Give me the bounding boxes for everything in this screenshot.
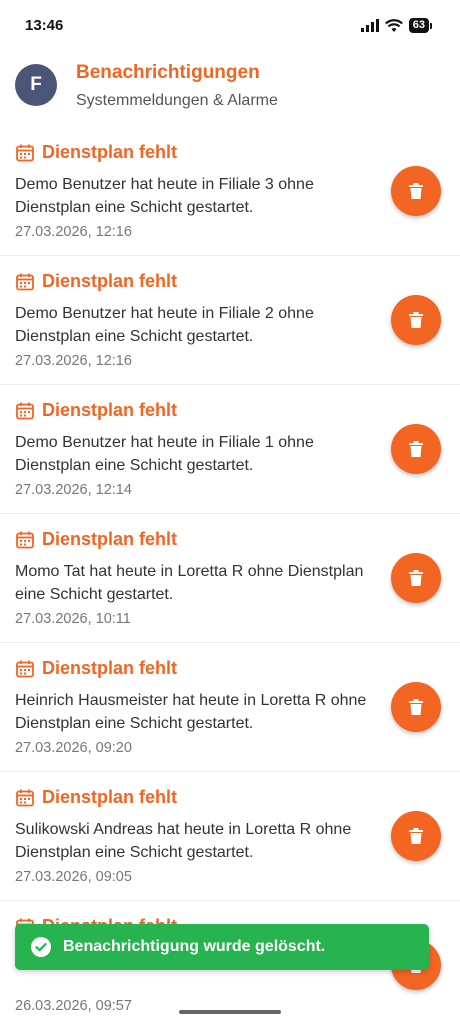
notification-title: Dienstplan fehlt bbox=[42, 400, 178, 420]
notification-message: Heinrich Hausmeister hat heute in Lorett… bbox=[15, 692, 367, 732]
notification-title-row: Dienstplan fehlt bbox=[15, 787, 177, 808]
notification-timestamp: 27.03.2026, 12:14 bbox=[15, 482, 132, 498]
notification-timestamp: 27.03.2026, 09:20 bbox=[15, 740, 132, 756]
wifi-icon bbox=[384, 18, 403, 32]
trash-icon bbox=[409, 828, 423, 844]
notification-message: Demo Benutzer hat heute in Filiale 3 ohn… bbox=[15, 176, 314, 216]
status-icons: 63 bbox=[360, 18, 432, 33]
notification-title: Dienstplan fehlt bbox=[42, 529, 178, 549]
notification-item[interactable]: Dienstplan fehlt Momo Tat hat heute in Lo… bbox=[0, 514, 460, 643]
notification-timestamp: 27.03.2026, 09:05 bbox=[15, 869, 132, 885]
battery-icon: 63 bbox=[408, 18, 432, 33]
toast-snackbar: Benachrichtigung wurde gelöscht. bbox=[15, 924, 429, 970]
delete-button[interactable] bbox=[391, 553, 441, 603]
calendar-icon bbox=[16, 531, 34, 548]
notification-title-row: Dienstplan fehlt bbox=[15, 400, 177, 421]
delete-button[interactable] bbox=[391, 166, 441, 216]
home-indicator[interactable] bbox=[179, 1010, 281, 1014]
notification-title: Dienstplan fehlt bbox=[42, 658, 178, 678]
delete-button[interactable] bbox=[391, 424, 441, 474]
notification-title-row: Dienstplan fehlt bbox=[15, 271, 177, 292]
status-time: 13:46 bbox=[25, 17, 64, 34]
check-circle-icon bbox=[31, 937, 51, 957]
avatar-letter: F bbox=[30, 74, 42, 95]
status-bar: 13:46 63 bbox=[0, 0, 460, 52]
notification-message: Sulikowski Andreas hat heute in Loretta … bbox=[15, 821, 352, 861]
calendar-icon bbox=[16, 660, 34, 677]
notification-timestamp: 27.03.2026, 12:16 bbox=[15, 353, 132, 369]
signal-icon bbox=[360, 19, 379, 32]
delete-button[interactable] bbox=[391, 295, 441, 345]
notification-message: Momo Tat hat heute in Loretta R ohne Die… bbox=[15, 563, 364, 603]
page-title: Benachrichtigungen bbox=[76, 62, 260, 83]
notification-title-row: Dienstplan fehlt bbox=[15, 142, 177, 163]
calendar-icon bbox=[16, 273, 34, 290]
header: F Benachrichtigungen Systemmeldungen & A… bbox=[0, 52, 460, 124]
notification-title: Dienstplan fehlt bbox=[42, 787, 178, 807]
notification-item[interactable]: Dienstplan fehlt Demo Benutzer hat heute … bbox=[0, 127, 460, 256]
trash-icon bbox=[409, 183, 423, 199]
delete-button[interactable] bbox=[391, 811, 441, 861]
notification-message: Demo Benutzer hat heute in Filiale 1 ohn… bbox=[15, 434, 314, 474]
calendar-icon bbox=[16, 144, 34, 161]
notification-item[interactable]: Dienstplan fehlt Demo Benutzer hat heute … bbox=[0, 256, 460, 385]
notification-item[interactable]: Dienstplan fehlt Heinrich Hausmeister hat… bbox=[0, 643, 460, 772]
notification-timestamp: 27.03.2026, 10:11 bbox=[15, 611, 131, 627]
notification-title: Dienstplan fehlt bbox=[42, 271, 178, 291]
trash-icon bbox=[409, 441, 423, 457]
notification-title-row: Dienstplan fehlt bbox=[15, 529, 177, 550]
calendar-icon bbox=[16, 789, 34, 806]
trash-icon bbox=[409, 312, 423, 328]
calendar-icon bbox=[16, 402, 34, 419]
notification-timestamp: 26.03.2026, 09:57 bbox=[15, 998, 132, 1014]
notification-timestamp: 27.03.2026, 12:16 bbox=[15, 224, 132, 240]
page-subtitle: Systemmeldungen & Alarme bbox=[76, 92, 278, 109]
notification-list: Dienstplan fehlt Demo Benutzer hat heute … bbox=[0, 127, 460, 1024]
toast-message: Benachrichtigung wurde gelöscht. bbox=[63, 938, 326, 955]
notification-item[interactable]: Dienstplan fehlt Sulikowski Andreas hat h… bbox=[0, 772, 460, 901]
battery-level: 63 bbox=[408, 18, 429, 33]
notification-item[interactable]: Dienstplan fehlt Demo Benutzer hat heute … bbox=[0, 385, 460, 514]
notification-title: Dienstplan fehlt bbox=[42, 142, 178, 162]
notification-title-row: Dienstplan fehlt bbox=[15, 658, 177, 679]
trash-icon bbox=[409, 699, 423, 715]
delete-button[interactable] bbox=[391, 682, 441, 732]
notification-message: Demo Benutzer hat heute in Filiale 2 ohn… bbox=[15, 305, 314, 345]
trash-icon bbox=[409, 570, 423, 586]
avatar[interactable]: F bbox=[15, 64, 57, 106]
